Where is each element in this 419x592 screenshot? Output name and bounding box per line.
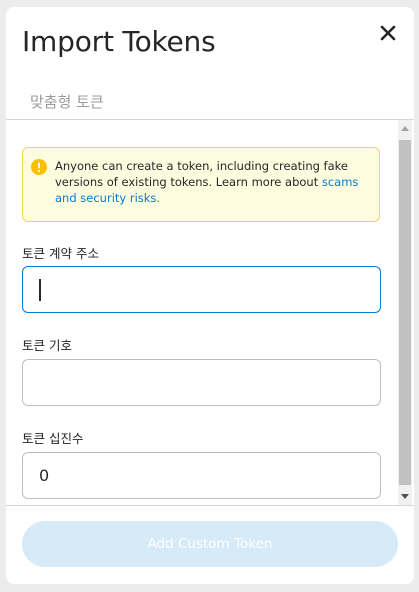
footer-divider <box>6 505 414 506</box>
warning-banner: Anyone can create a token, including cre… <box>22 147 380 222</box>
tab-custom-token[interactable]: 맞춤형 토큰 <box>30 91 104 112</box>
info-warning-icon <box>31 159 47 175</box>
warning-trailing: . <box>156 191 161 205</box>
warning-body: Anyone can create a token, including cre… <box>55 159 348 189</box>
symbol-label: 토큰 기호 <box>22 338 72 353</box>
scrollbar[interactable] <box>398 120 412 505</box>
add-custom-token-button[interactable]: Add Custom Token <box>22 521 398 567</box>
import-tokens-modal: Import Tokens 맞춤형 토큰 Anyone can create a… <box>6 7 414 584</box>
contract-address-input[interactable] <box>22 266 381 313</box>
form-scroll-area[interactable]: Anyone can create a token, including cre… <box>6 120 414 505</box>
modal-title: Import Tokens <box>22 25 216 58</box>
scrollbar-thumb[interactable] <box>399 140 411 485</box>
scroll-down-arrow-icon[interactable] <box>401 494 409 499</box>
close-icon <box>380 25 396 41</box>
warning-text: Anyone can create a token, including cre… <box>55 158 371 206</box>
decimals-input[interactable]: 0 <box>22 452 381 499</box>
text-caret <box>39 278 41 301</box>
scroll-up-arrow-icon[interactable] <box>401 126 409 131</box>
close-button[interactable] <box>376 21 400 45</box>
symbol-input[interactable] <box>22 359 381 406</box>
decimals-value: 0 <box>39 466 50 485</box>
contract-address-label: 토큰 계약 주소 <box>22 246 99 261</box>
decimals-label: 토큰 십진수 <box>22 431 84 446</box>
